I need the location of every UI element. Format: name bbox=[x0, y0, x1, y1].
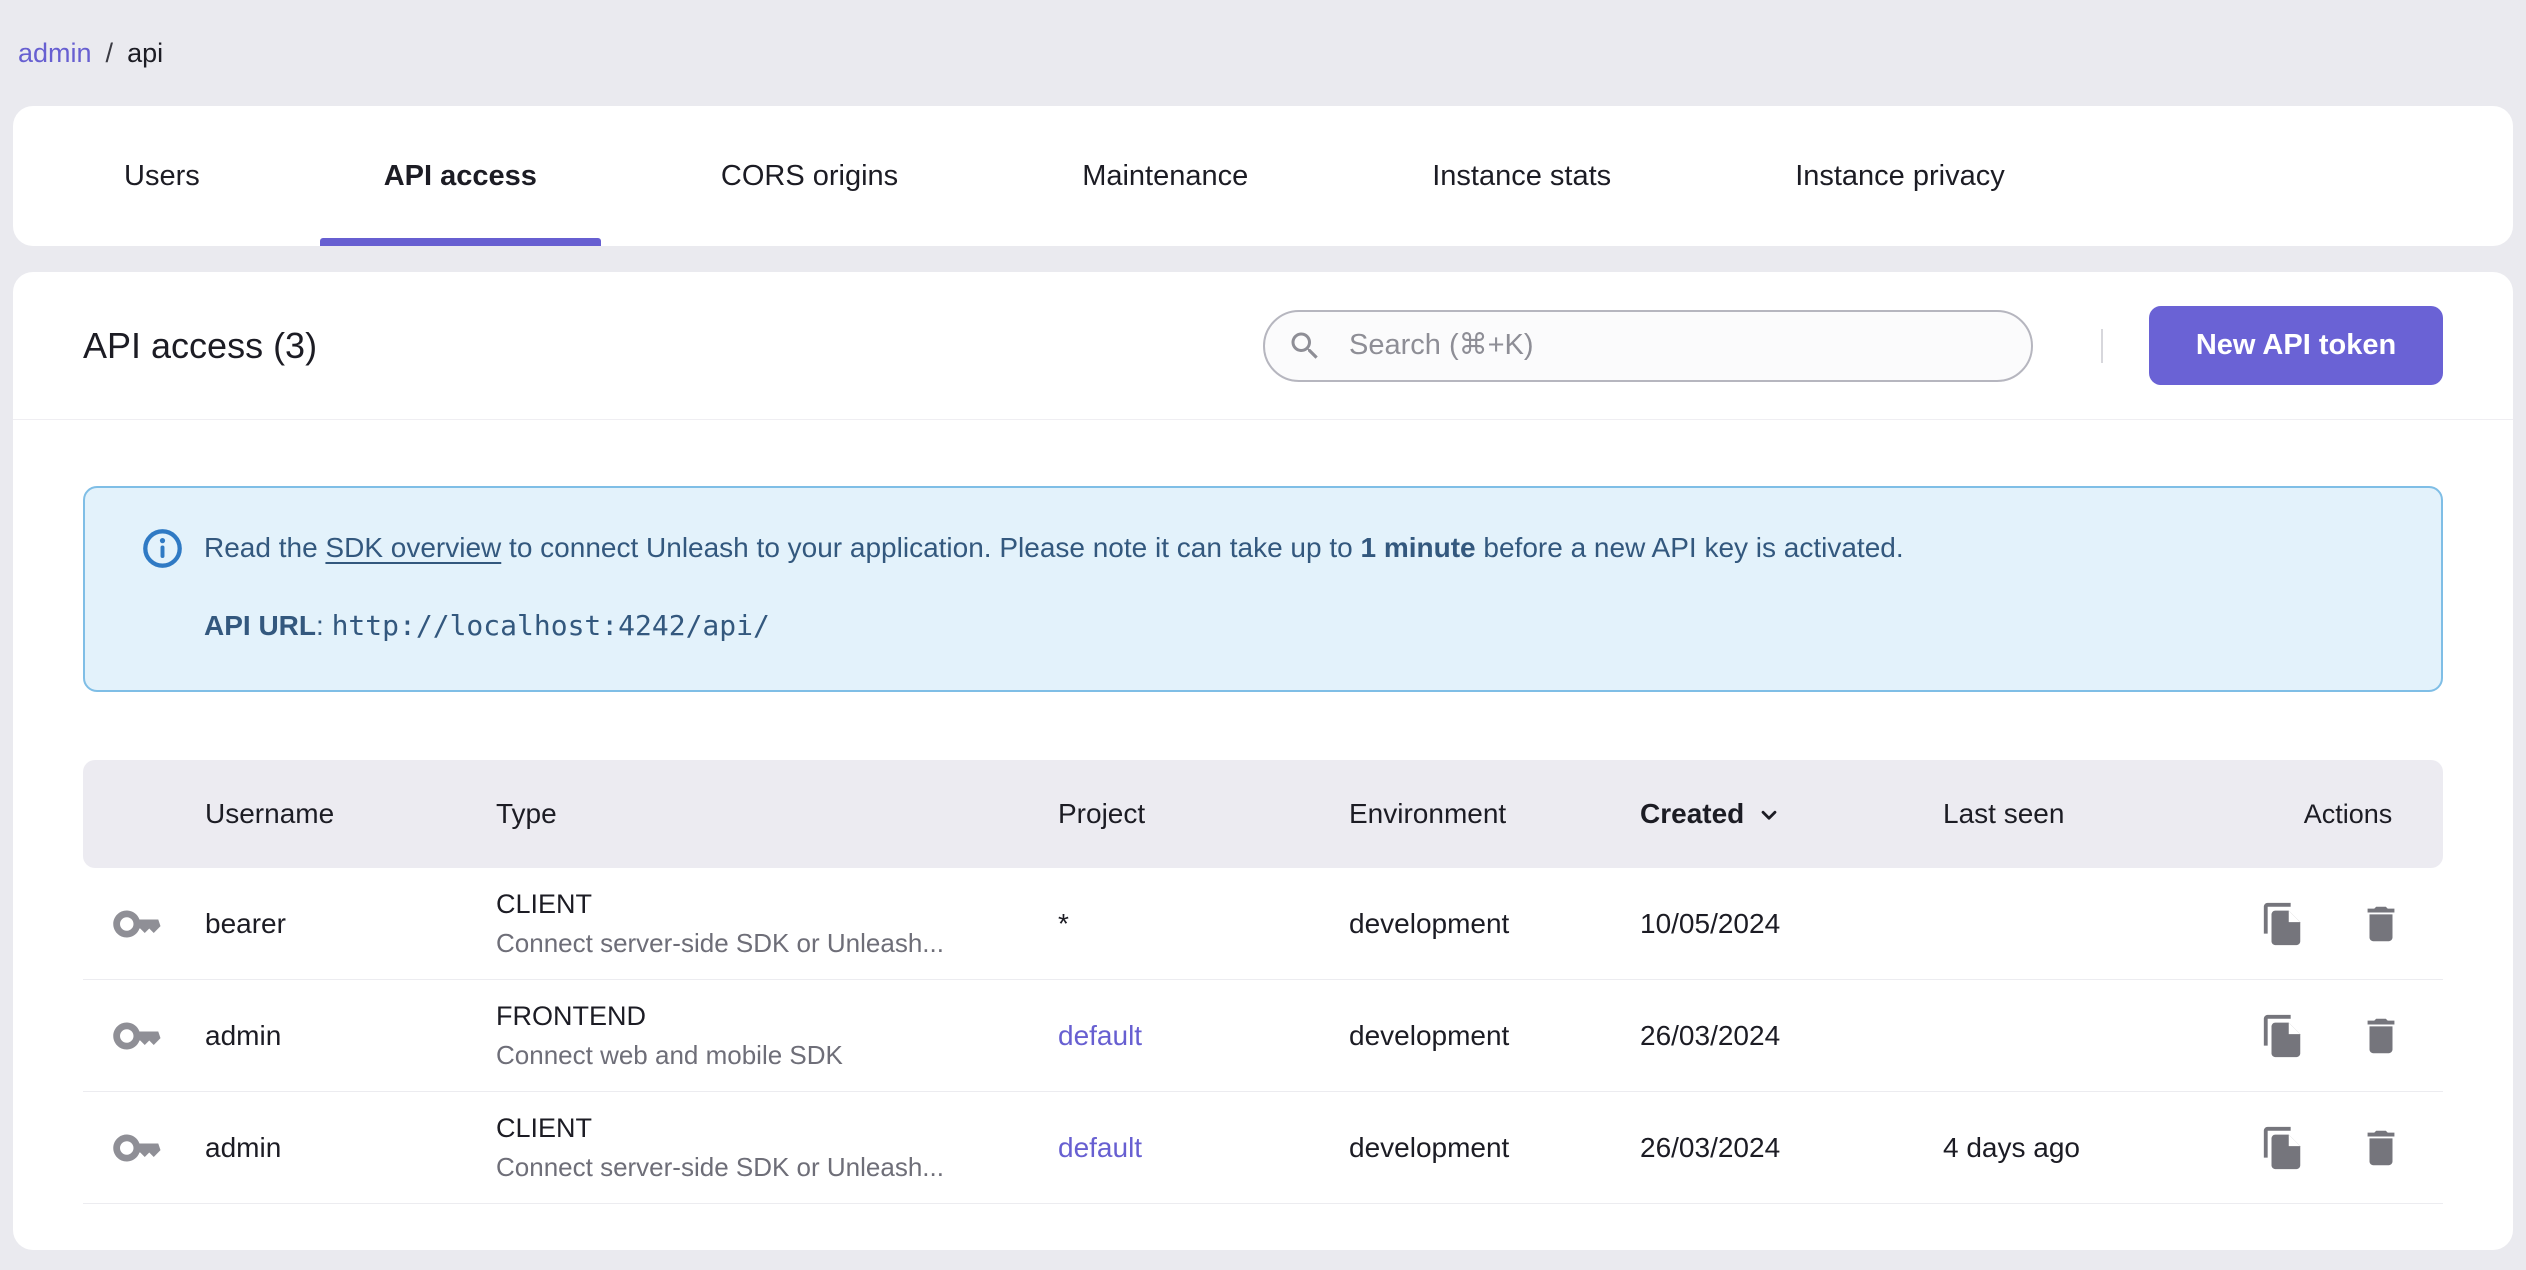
delete-token-button[interactable] bbox=[2356, 1123, 2406, 1173]
breadcrumb-separator: / bbox=[105, 37, 114, 68]
chevron-down-icon bbox=[1756, 802, 1782, 828]
cell-project-link[interactable]: default bbox=[1026, 1020, 1317, 1052]
cell-actions bbox=[2221, 899, 2443, 949]
cell-created: 26/03/2024 bbox=[1640, 1019, 1781, 1051]
cell-project-link[interactable]: default bbox=[1026, 1132, 1317, 1164]
cell-type: FRONTEND Connect web and mobile SDK bbox=[496, 1001, 843, 1070]
delete-token-button[interactable] bbox=[2356, 899, 2406, 949]
header-divider bbox=[2101, 328, 2103, 363]
breadcrumb: admin / api bbox=[0, 0, 2526, 106]
search-input[interactable] bbox=[1263, 309, 2033, 382]
cell-username: bearer bbox=[205, 907, 286, 939]
tab-maintenance[interactable]: Maintenance bbox=[1018, 106, 1312, 246]
cell-created: 26/03/2024 bbox=[1640, 1131, 1781, 1163]
info-icon bbox=[141, 527, 184, 570]
tab-instance-privacy[interactable]: Instance privacy bbox=[1731, 106, 2069, 246]
header-cell-project: Project bbox=[1058, 798, 1146, 829]
table-row: admin FRONTEND Connect web and mobile SD… bbox=[83, 980, 2443, 1092]
banner-text: Read the SDK overview to connect Unleash… bbox=[204, 532, 1904, 563]
api-tokens-table: Username Type Project Environment Create… bbox=[83, 760, 2443, 1204]
banner-message: Read the SDK overview to connect Unleash… bbox=[141, 526, 2401, 570]
copy-token-button[interactable] bbox=[2258, 1123, 2308, 1173]
cell-environment: development bbox=[1349, 1019, 1510, 1051]
cell-environment: development bbox=[1349, 907, 1510, 939]
breadcrumb-link-admin[interactable]: admin bbox=[18, 38, 92, 69]
header-cell-type: Type bbox=[496, 798, 557, 829]
api-access-panel: API access (3) New API token Read the SD… bbox=[13, 272, 2513, 1250]
api-url-line: API URL: http://localhost:4242/api/ bbox=[204, 609, 770, 642]
search-box bbox=[1263, 309, 2033, 382]
table-row: admin CLIENT Connect server-side SDK or … bbox=[83, 1092, 2443, 1204]
cell-environment: development bbox=[1349, 1131, 1510, 1163]
api-url-value: http://localhost:4242/api/ bbox=[331, 609, 770, 642]
key-icon bbox=[83, 1009, 173, 1063]
sdk-overview-link[interactable]: SDK overview bbox=[325, 532, 501, 563]
new-api-token-button[interactable]: New API token bbox=[2149, 306, 2443, 385]
header-cell-actions: Actions bbox=[2303, 798, 2393, 829]
tab-users[interactable]: Users bbox=[60, 106, 264, 246]
tab-api-access[interactable]: API access bbox=[319, 106, 602, 246]
cell-created: 10/05/2024 bbox=[1640, 907, 1781, 939]
key-icon bbox=[83, 1121, 173, 1175]
cell-username: admin bbox=[205, 1019, 282, 1051]
admin-tabs: Users API access CORS origins Maintenanc… bbox=[13, 106, 2513, 246]
cell-type: CLIENT Connect server-side SDK or Unleas… bbox=[496, 889, 944, 958]
delete-token-button[interactable] bbox=[2356, 1011, 2406, 1061]
cell-type: CLIENT Connect server-side SDK or Unleas… bbox=[496, 1113, 944, 1182]
cell-project: * bbox=[1058, 907, 1069, 939]
api-url-label: API URL bbox=[204, 610, 316, 641]
header-cell-environment: Environment bbox=[1349, 798, 1507, 829]
sdk-info-banner: Read the SDK overview to connect Unleash… bbox=[83, 486, 2443, 692]
cell-actions bbox=[2221, 1011, 2443, 1061]
header-actions: New API token bbox=[1263, 306, 2443, 385]
copy-token-button[interactable] bbox=[2258, 899, 2308, 949]
panel-header: API access (3) New API token bbox=[13, 272, 2513, 420]
table-header-row: Username Type Project Environment Create… bbox=[83, 760, 2443, 868]
breadcrumb-current-page: api bbox=[127, 37, 164, 68]
cell-last-seen: 4 days ago bbox=[1943, 1131, 2080, 1163]
cell-actions bbox=[2221, 1123, 2443, 1173]
header-cell-created-sort[interactable]: Created bbox=[1608, 798, 1911, 830]
cell-username: admin bbox=[205, 1131, 282, 1163]
header-cell-username: Username bbox=[205, 798, 335, 829]
copy-token-button[interactable] bbox=[2258, 1011, 2308, 1061]
tabs-card: Users API access CORS origins Maintenanc… bbox=[13, 106, 2513, 246]
header-cell-last-seen: Last seen bbox=[1943, 798, 2065, 829]
table-row: bearer CLIENT Connect server-side SDK or… bbox=[83, 868, 2443, 980]
table-body: bearer CLIENT Connect server-side SDK or… bbox=[83, 868, 2443, 1204]
key-icon bbox=[83, 897, 173, 951]
tab-cors-origins[interactable]: CORS origins bbox=[657, 106, 962, 246]
page-title: API access (3) bbox=[83, 324, 318, 366]
search-icon bbox=[1287, 328, 1323, 364]
tab-instance-stats[interactable]: Instance stats bbox=[1368, 106, 1675, 246]
